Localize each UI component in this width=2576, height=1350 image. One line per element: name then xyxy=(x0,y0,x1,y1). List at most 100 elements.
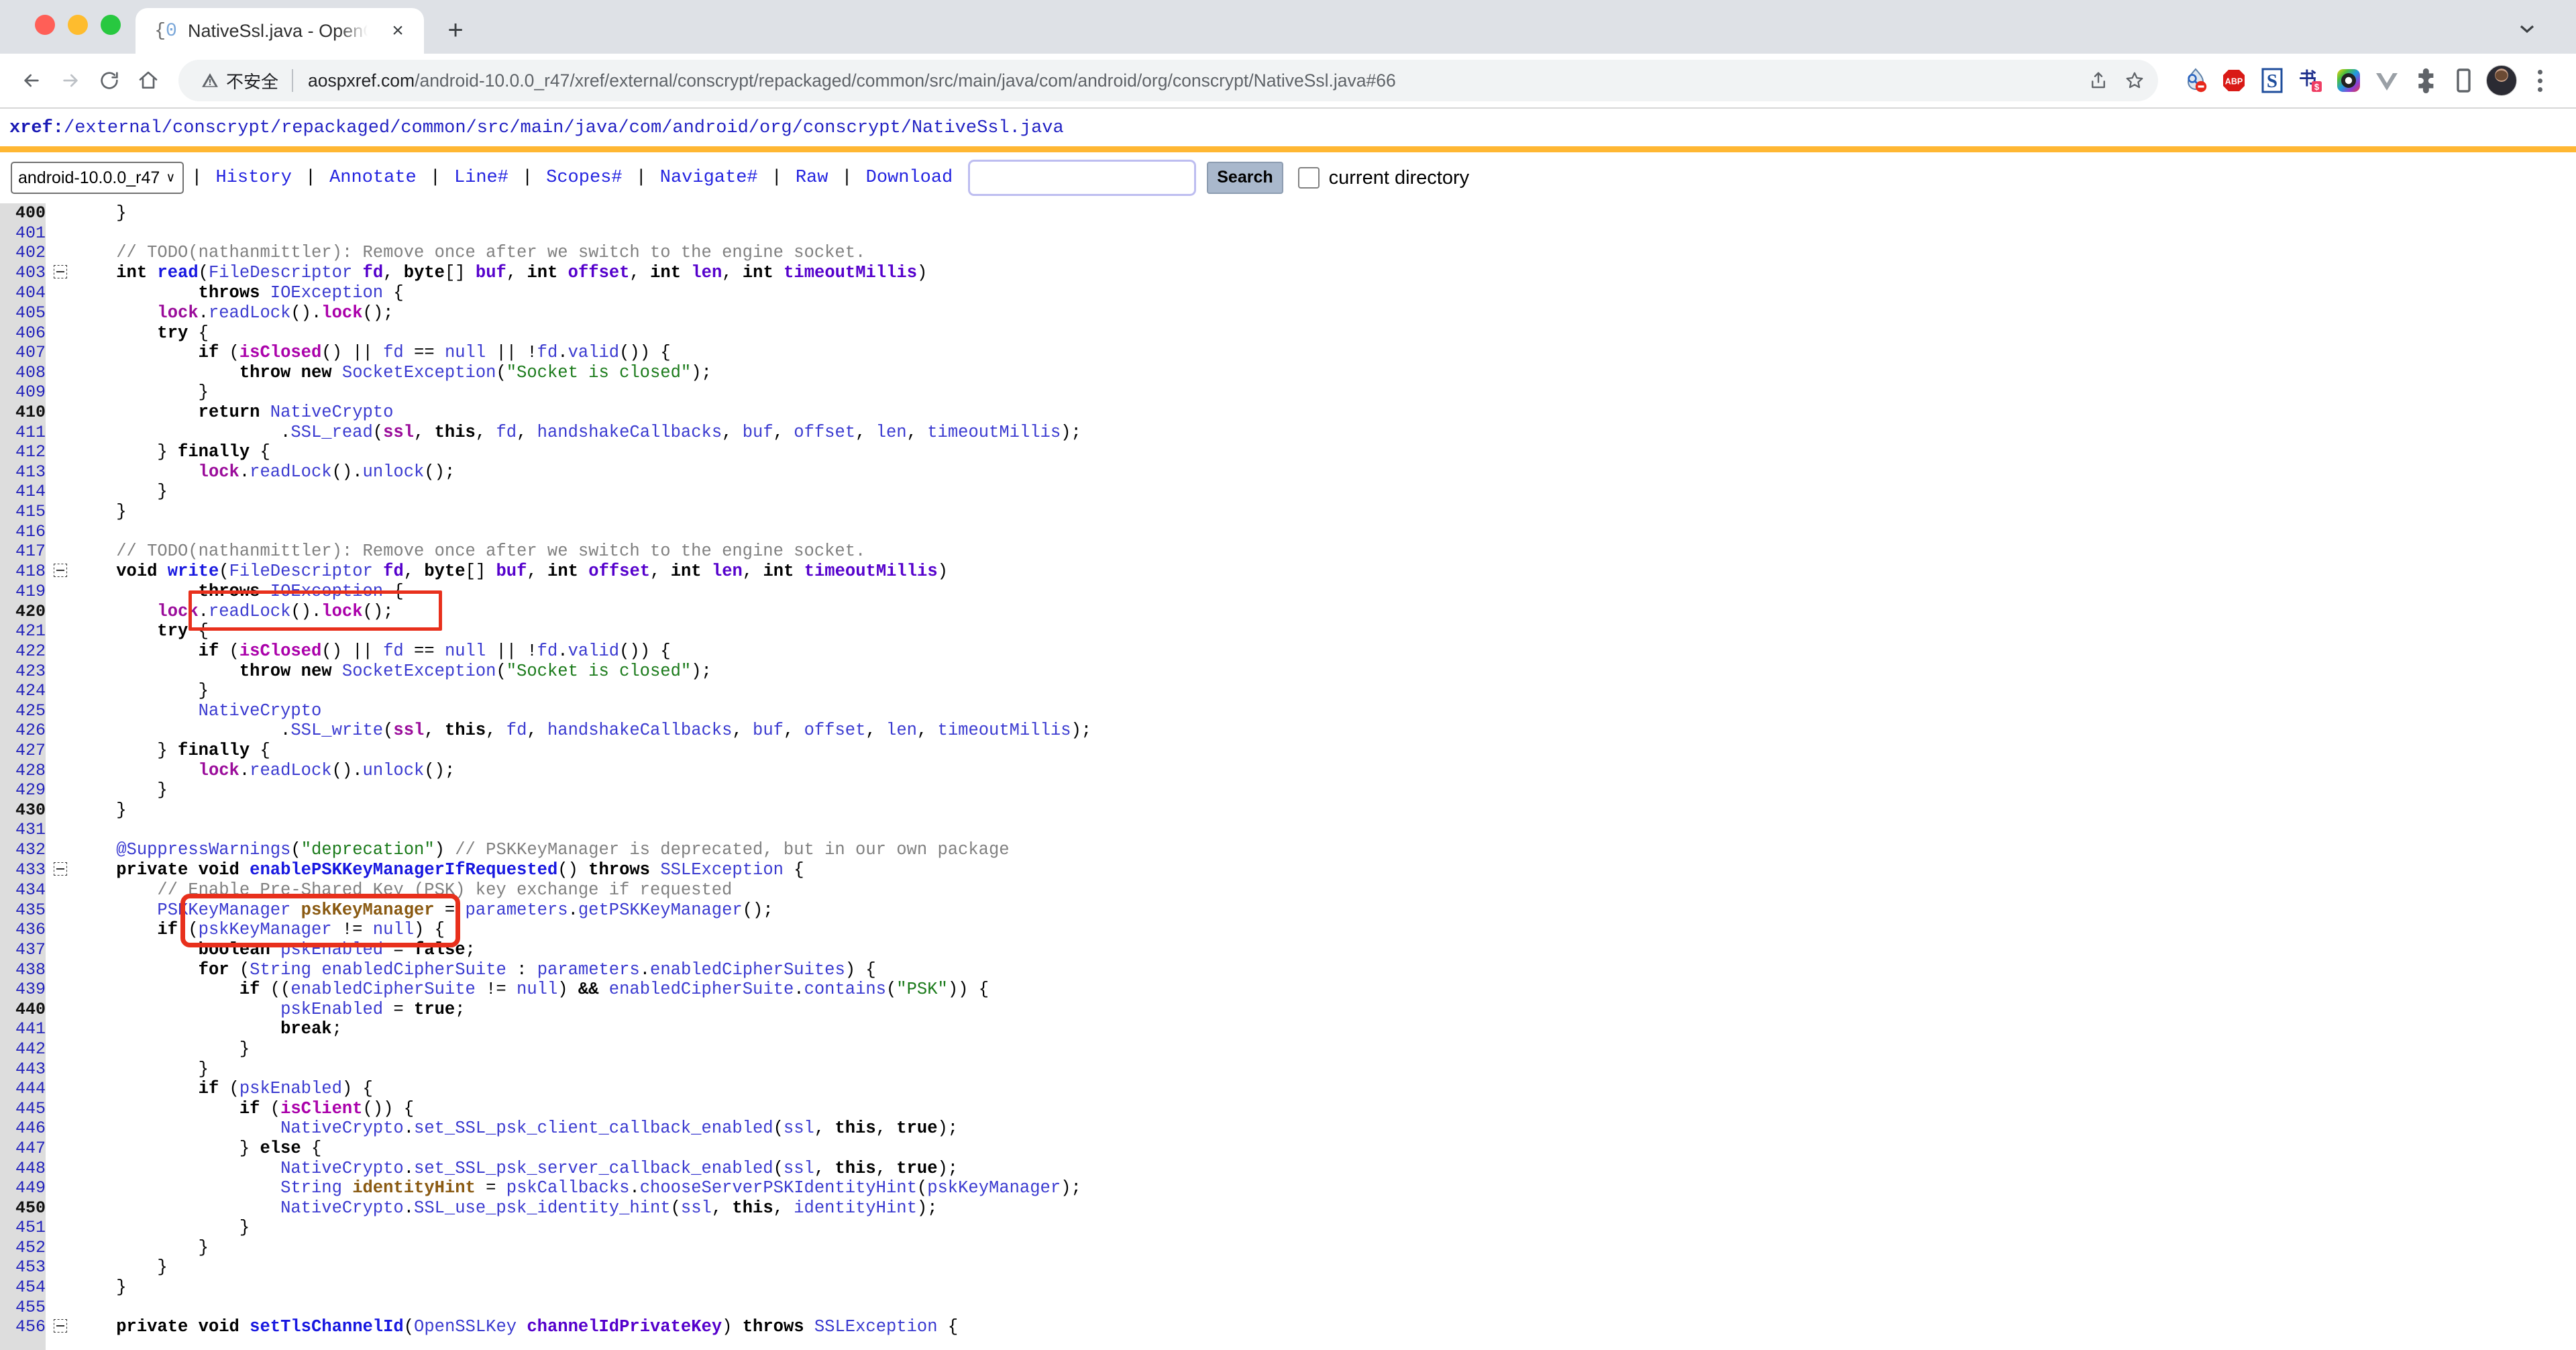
line-number[interactable]: 418 xyxy=(0,561,46,582)
menu-link-raw[interactable]: Raw xyxy=(790,168,835,188)
forward-icon[interactable] xyxy=(51,61,90,100)
line-number[interactable]: 442 xyxy=(0,1039,46,1059)
search-input[interactable] xyxy=(968,160,1197,196)
menu-link-history[interactable]: History xyxy=(209,168,297,188)
line-number[interactable]: 422 xyxy=(0,641,46,662)
profile-avatar-icon[interactable] xyxy=(2484,63,2519,98)
line-number[interactable]: 415 xyxy=(0,501,46,522)
line-number[interactable]: 401 xyxy=(0,223,46,244)
line-number[interactable]: 417 xyxy=(0,541,46,562)
menu-link-annotate[interactable]: Annotate xyxy=(323,168,423,188)
line-number[interactable]: 402 xyxy=(0,243,46,263)
line-number[interactable]: 421 xyxy=(0,621,46,642)
back-icon[interactable] xyxy=(12,61,51,100)
fold-toggle-icon[interactable] xyxy=(46,860,75,881)
line-number[interactable]: 433 xyxy=(0,860,46,881)
line-number[interactable]: 423 xyxy=(0,661,46,682)
line-number[interactable]: 430 xyxy=(0,800,46,821)
line-number[interactable]: 439 xyxy=(0,980,46,1000)
close-icon[interactable]: × xyxy=(386,19,409,42)
breadcrumb-segment-repackaged[interactable]: repackaged xyxy=(281,118,390,138)
menu-link-scopes[interactable]: Scopes# xyxy=(540,168,628,188)
line-number[interactable]: 448 xyxy=(0,1158,46,1179)
search-button[interactable]: Search xyxy=(1207,162,1283,194)
menu-link-line-numbers[interactable]: Line# xyxy=(448,168,515,188)
line-number[interactable]: 429 xyxy=(0,780,46,800)
line-number[interactable]: 454 xyxy=(0,1278,46,1298)
minimize-window-button[interactable] xyxy=(68,15,88,35)
reload-icon[interactable] xyxy=(90,61,129,100)
line-number[interactable]: 452 xyxy=(0,1237,46,1258)
menu-link-navigate[interactable]: Navigate# xyxy=(654,168,764,188)
fold-toggle-icon[interactable] xyxy=(46,562,75,582)
line-number[interactable]: 435 xyxy=(0,900,46,921)
line-number[interactable]: 408 xyxy=(0,362,46,383)
breadcrumb-segment-com[interactable]: com xyxy=(629,118,662,138)
breadcrumb-segment-org[interactable]: org xyxy=(759,118,792,138)
chinese-dollar-icon[interactable]: 书 $ xyxy=(2293,63,2328,98)
line-number[interactable]: 410 xyxy=(0,402,46,423)
line-number[interactable]: 428 xyxy=(0,760,46,781)
line-number[interactable]: 405 xyxy=(0,303,46,323)
home-icon[interactable] xyxy=(129,61,168,100)
current-directory-checkbox[interactable] xyxy=(1297,167,1320,189)
fold-toggle-icon[interactable] xyxy=(46,263,75,284)
line-number[interactable]: 404 xyxy=(0,283,46,303)
line-number[interactable]: 400 xyxy=(0,203,46,223)
breadcrumb-segment-nativessl-java[interactable]: NativeSsl.java xyxy=(912,118,1064,138)
maximize-window-button[interactable] xyxy=(101,15,121,35)
breadcrumb-segment-conscrypt[interactable]: conscrypt xyxy=(803,118,901,138)
line-number[interactable]: 412 xyxy=(0,442,46,462)
line-number[interactable]: 441 xyxy=(0,1019,46,1039)
line-number[interactable]: 436 xyxy=(0,920,46,940)
line-number[interactable]: 424 xyxy=(0,681,46,701)
breadcrumb-segment-android[interactable]: android xyxy=(672,118,748,138)
line-number[interactable]: 427 xyxy=(0,741,46,761)
line-number[interactable]: 440 xyxy=(0,999,46,1020)
line-number[interactable]: 431 xyxy=(0,820,46,840)
line-number[interactable]: 406 xyxy=(0,323,46,344)
line-number[interactable]: 426 xyxy=(0,721,46,741)
line-number[interactable]: 407 xyxy=(0,343,46,363)
line-number[interactable]: 414 xyxy=(0,482,46,502)
breadcrumb-segment-conscrypt[interactable]: conscrypt xyxy=(172,118,270,138)
line-number[interactable]: 425 xyxy=(0,700,46,721)
line-number[interactable]: 451 xyxy=(0,1218,46,1238)
extensions-puzzle-icon[interactable] xyxy=(2408,63,2443,98)
code-view[interactable]: 400 } 401 402 // TODO(nathanmittler): Rem… xyxy=(0,203,2576,1350)
abp-icon[interactable]: ABP xyxy=(2216,63,2251,98)
breadcrumb-segment-main[interactable]: main xyxy=(521,118,564,138)
fold-toggle-icon[interactable] xyxy=(46,1317,75,1338)
site-security-status[interactable]: 不安全 xyxy=(201,68,278,93)
line-number[interactable]: 432 xyxy=(0,840,46,860)
line-number[interactable]: 434 xyxy=(0,880,46,900)
line-number[interactable]: 447 xyxy=(0,1138,46,1159)
line-number[interactable]: 445 xyxy=(0,1098,46,1119)
breadcrumb-segment-external[interactable]: external xyxy=(74,118,162,138)
adblock-water-icon[interactable] xyxy=(2178,63,2213,98)
line-number[interactable]: 450 xyxy=(0,1198,46,1218)
line-number[interactable]: 455 xyxy=(0,1297,46,1318)
line-number[interactable]: 420 xyxy=(0,601,46,622)
close-window-button[interactable] xyxy=(35,15,55,35)
breadcrumb-segment-src[interactable]: src xyxy=(477,118,510,138)
breadcrumb-segment-java[interactable]: java xyxy=(575,118,619,138)
reading-list-icon[interactable] xyxy=(2446,63,2481,98)
line-number[interactable]: 419 xyxy=(0,582,46,602)
line-number[interactable]: 403 xyxy=(0,262,46,284)
address-bar[interactable]: 不安全 aospxref.com/android-10.0.0_r47/xref… xyxy=(178,60,2158,101)
share-icon[interactable] xyxy=(2080,62,2116,99)
line-number[interactable]: 413 xyxy=(0,462,46,482)
line-number[interactable]: 453 xyxy=(0,1257,46,1278)
new-tab-button[interactable]: + xyxy=(436,11,475,50)
version-select[interactable]: android-10.0.0_r47 ∨ xyxy=(11,162,184,194)
line-number[interactable]: 444 xyxy=(0,1079,46,1099)
line-number[interactable]: 456 xyxy=(0,1317,46,1338)
browser-tab-active[interactable]: {0 NativeSsl.java - OpenGrok cros × xyxy=(136,8,424,54)
chevron-down-icon[interactable] xyxy=(2517,19,2537,40)
line-number[interactable]: 437 xyxy=(0,939,46,960)
line-number[interactable]: 409 xyxy=(0,382,46,403)
line-number[interactable]: 449 xyxy=(0,1178,46,1198)
line-number[interactable]: 446 xyxy=(0,1119,46,1139)
line-number[interactable]: 443 xyxy=(0,1059,46,1080)
